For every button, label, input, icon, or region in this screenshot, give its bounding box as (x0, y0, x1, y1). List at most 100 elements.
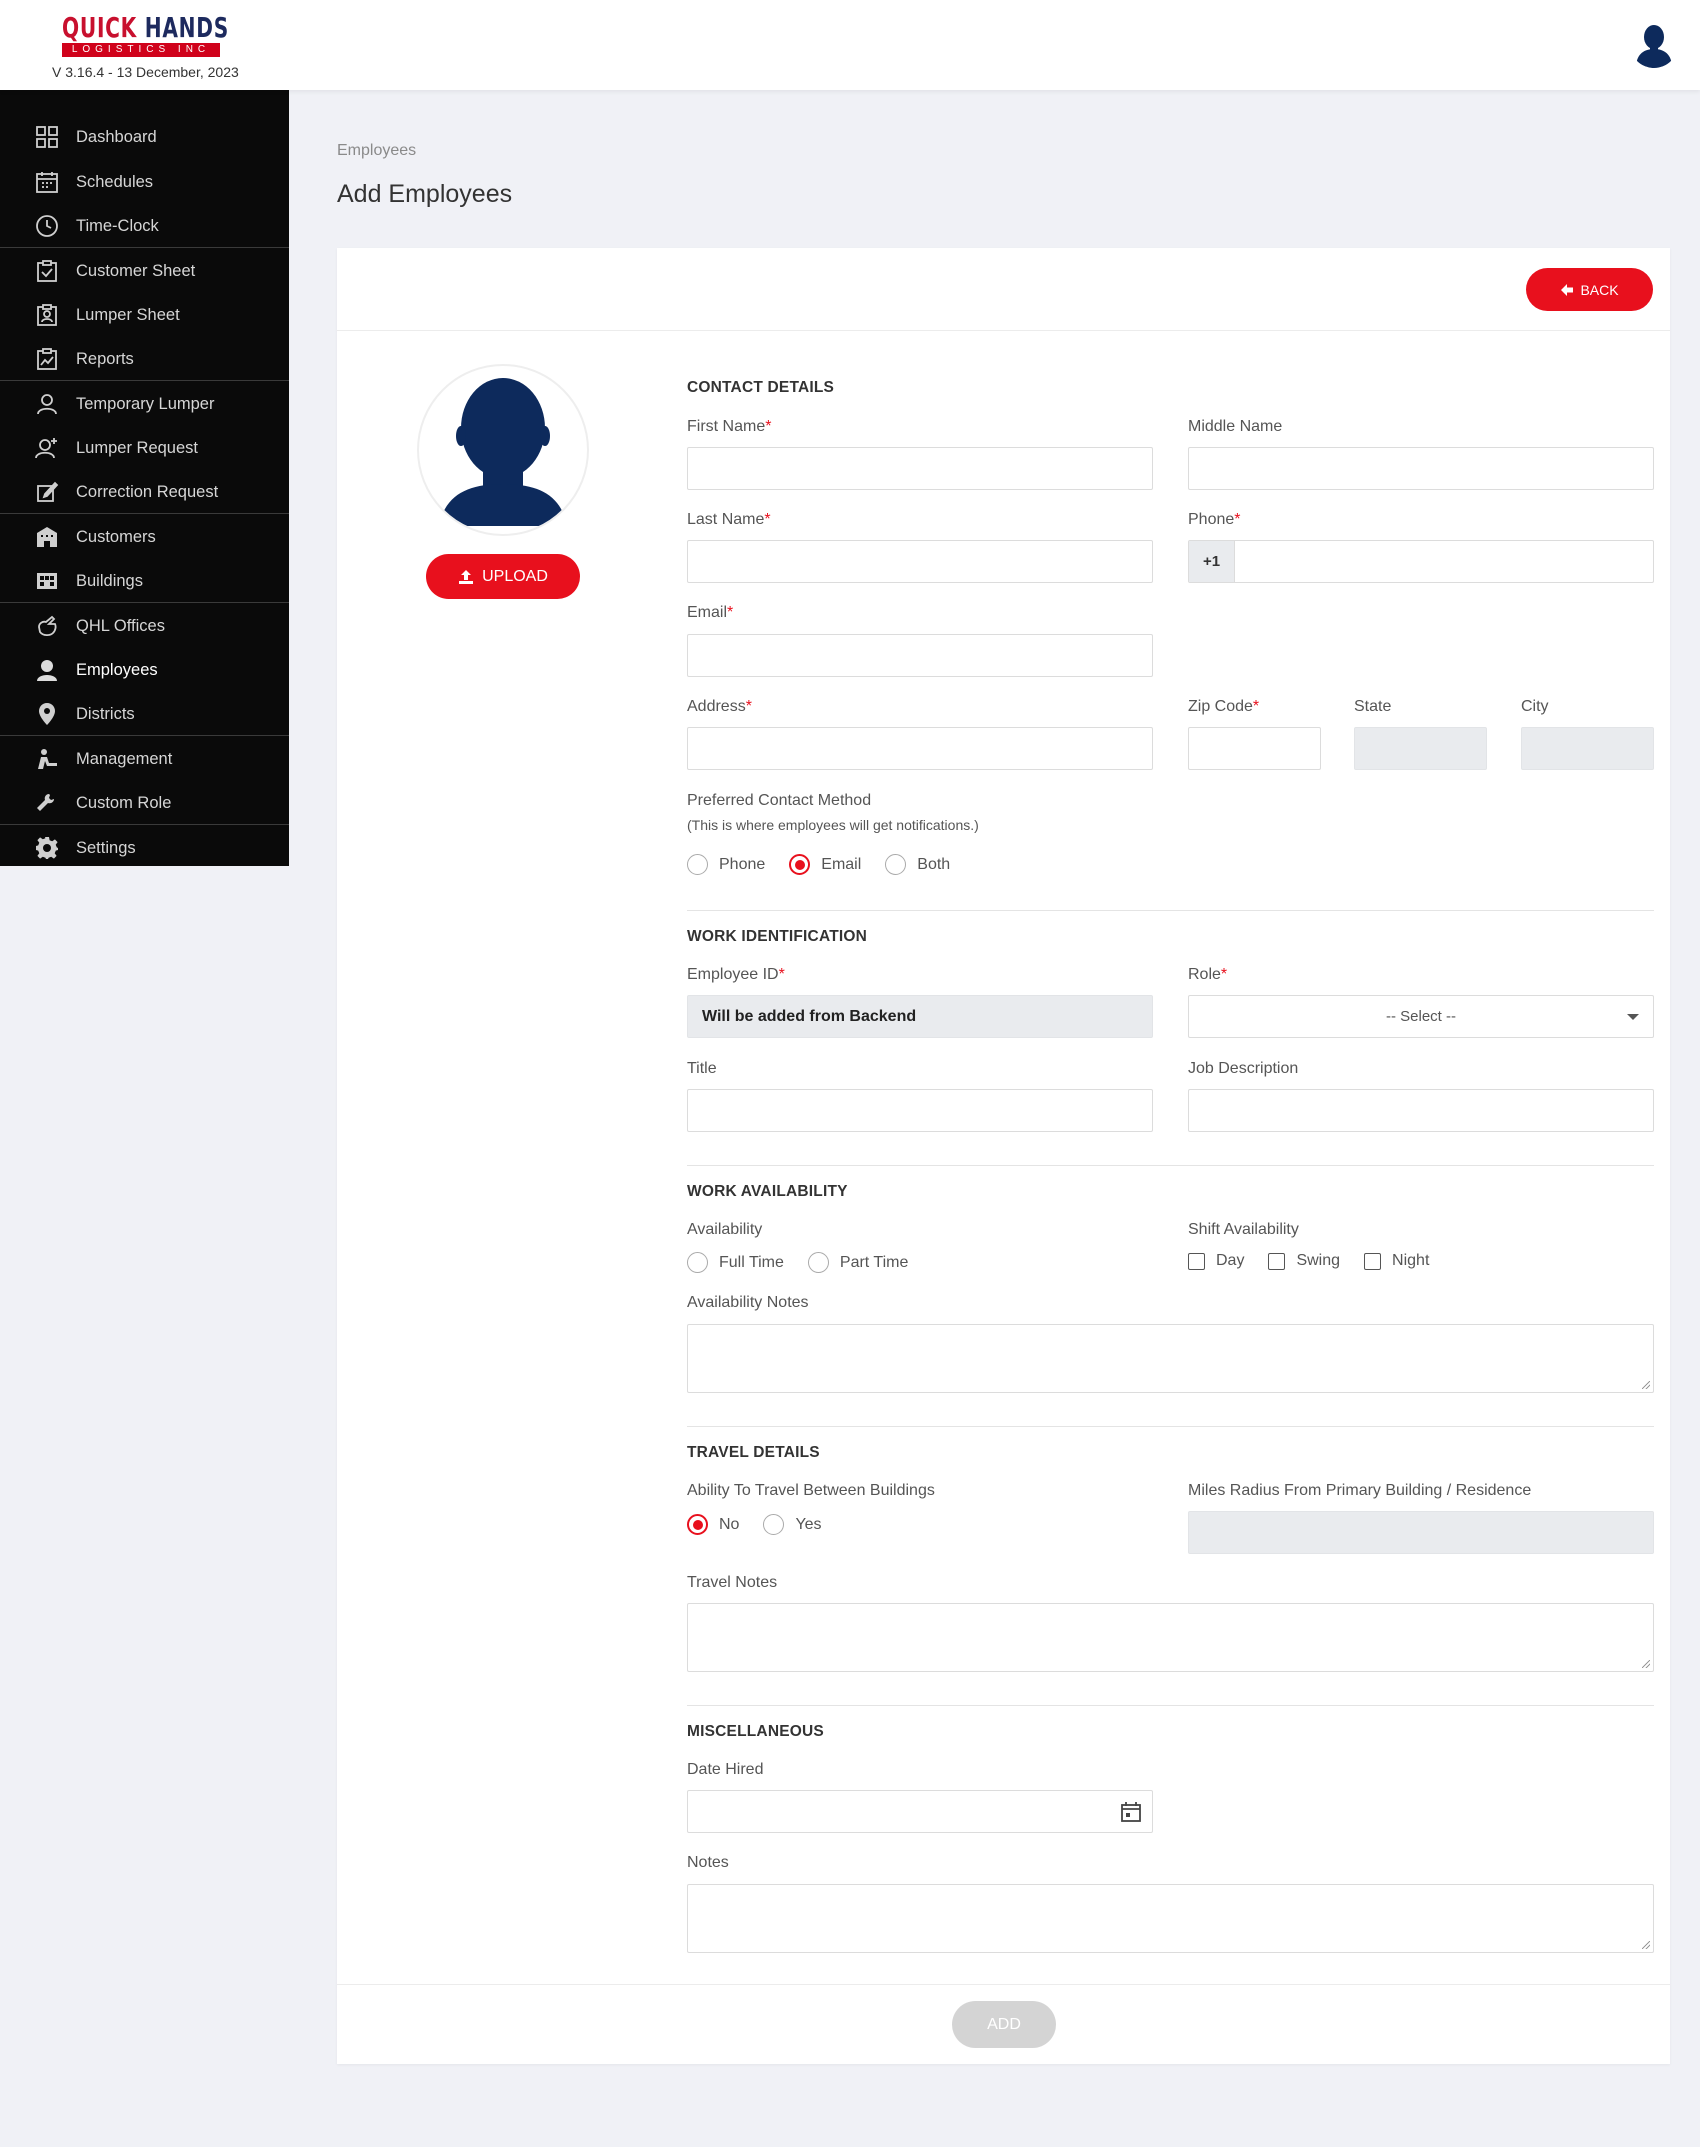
travel-notes-textarea[interactable] (687, 1603, 1654, 1672)
radio-phone[interactable] (687, 854, 708, 875)
preferred-contact-label: Preferred Contact Method (687, 792, 872, 809)
sidebar-divider (0, 380, 289, 381)
travel-ability-options: No Yes (687, 1514, 846, 1535)
logo-subtitle: LOGISTICS INC (62, 43, 220, 57)
sidebar-item-customer-sheet[interactable]: Customer Sheet (0, 249, 289, 293)
radio-both[interactable] (885, 854, 907, 875)
zip-code-input[interactable] (1188, 727, 1321, 770)
contact-method-phone[interactable]: Phone (687, 854, 765, 875)
upload-button-label: UPLOAD (482, 567, 548, 585)
role-select[interactable]: -- Select -- (1188, 995, 1654, 1038)
sidebar-item-settings[interactable]: Settings (0, 826, 289, 870)
availability-part-time[interactable]: Part Time (807, 1252, 908, 1273)
availability-notes-textarea[interactable] (687, 1324, 1654, 1393)
add-button[interactable]: ADD (952, 2001, 1056, 2048)
sidebar-item-reports[interactable]: Reports (0, 337, 289, 381)
travel-yes[interactable]: Yes (763, 1514, 822, 1535)
card-header-divider (337, 330, 1670, 331)
sidebar-item-custom-role[interactable]: Custom Role (0, 781, 289, 825)
page-title: Add Employees (337, 180, 513, 208)
contact-method-email[interactable]: Email (789, 854, 861, 875)
phone-country-code: +1 (1189, 541, 1235, 582)
middle-name-label: Middle Name (1188, 418, 1283, 435)
profile-placeholder-icon (439, 378, 567, 526)
back-button[interactable]: BACK (1526, 268, 1653, 311)
radio-full-time[interactable] (687, 1252, 708, 1273)
availability-options: Full Time Part Time (687, 1252, 932, 1273)
shift-day[interactable]: Day (1188, 1252, 1244, 1270)
sidebar-divider (0, 735, 289, 736)
shift-night[interactable]: Night (1364, 1252, 1429, 1270)
email-input[interactable] (687, 634, 1153, 677)
date-hired-label: Date Hired (687, 1761, 764, 1778)
radio-email[interactable] (789, 854, 811, 875)
middle-name-input[interactable] (1188, 447, 1654, 490)
last-name-label: Last Name* (687, 511, 771, 528)
section-divider (687, 910, 1654, 911)
gear-icon (34, 835, 60, 861)
travel-no[interactable]: No (687, 1514, 739, 1535)
chevron-down-icon (1627, 1014, 1639, 1020)
sidebar-divider (0, 513, 289, 514)
email-label: Email* (687, 604, 734, 621)
job-description-label: Job Description (1188, 1060, 1299, 1077)
sidebar-item-dashboard[interactable]: Dashboard (0, 115, 289, 159)
sidebar-item-districts[interactable]: Districts (0, 692, 289, 736)
availability-full-time[interactable]: Full Time (687, 1252, 784, 1273)
upload-photo-button[interactable]: UPLOAD (426, 554, 580, 599)
state-input (1354, 727, 1487, 770)
sidebar-item-label: Settings (76, 838, 136, 857)
sidebar-item-customers[interactable]: Customers (0, 515, 289, 559)
sidebar-item-time-clock[interactable]: Time-Clock (0, 204, 289, 248)
sidebar-item-label: QHL Offices (76, 616, 165, 635)
checkbox-day[interactable] (1188, 1252, 1205, 1270)
radio-part-time[interactable] (807, 1252, 829, 1273)
calendar-icon[interactable] (1120, 1801, 1142, 1828)
sidebar-item-temporary-lumper[interactable]: Temporary Lumper (0, 382, 289, 426)
user-avatar[interactable] (1630, 20, 1678, 68)
notes-textarea[interactable] (687, 1884, 1654, 1953)
company-logo[interactable]: QUICK HANDS LOGISTICS INC (62, 14, 228, 57)
card-footer-divider (337, 1984, 1670, 1985)
sidebar-item-label: Management (76, 749, 173, 768)
sidebar-item-lumper-sheet[interactable]: Lumper Sheet (0, 293, 289, 337)
breadcrumb[interactable]: Employees (337, 142, 416, 160)
sidebar: Dashboard Schedules Time-Clock Customer … (0, 90, 289, 866)
sidebar-item-schedules[interactable]: Schedules (0, 160, 289, 204)
sidebar-item-qhl-offices[interactable]: QHL Offices (0, 604, 289, 648)
travel-ability-label: Ability To Travel Between Buildings (687, 1482, 935, 1499)
section-title-contact: CONTACT DETAILS (687, 379, 835, 396)
city-label: City (1521, 698, 1549, 715)
contact-method-both[interactable]: Both (885, 854, 950, 875)
date-hired-input[interactable] (687, 1790, 1153, 1833)
sidebar-item-label: Employees (76, 660, 158, 679)
building-icon (34, 524, 60, 550)
chart-report-icon (34, 346, 60, 372)
notes-label: Notes (687, 1854, 729, 1871)
state-label: State (1354, 698, 1392, 715)
checkbox-night[interactable] (1364, 1252, 1382, 1270)
availability-label: Availability (687, 1221, 763, 1238)
sidebar-item-lumper-request[interactable]: Lumper Request (0, 426, 289, 470)
back-button-label: BACK (1580, 281, 1619, 298)
sidebar-item-management[interactable]: Management (0, 737, 289, 781)
sidebar-item-label: Buildings (76, 571, 143, 590)
title-input[interactable] (687, 1089, 1153, 1132)
sidebar-item-employees[interactable]: Employees (0, 648, 289, 692)
sidebar-item-label: Dashboard (76, 127, 157, 146)
radio-no[interactable] (687, 1514, 708, 1535)
phone-input[interactable]: +1 (1188, 540, 1654, 583)
travel-notes-label: Travel Notes (687, 1574, 778, 1591)
sidebar-item-correction-request[interactable]: Correction Request (0, 470, 289, 514)
first-name-input[interactable] (687, 447, 1153, 490)
job-description-input[interactable] (1188, 1089, 1654, 1132)
address-input[interactable] (687, 727, 1153, 770)
shift-swing[interactable]: Swing (1268, 1252, 1340, 1270)
zip-code-label: Zip Code* (1188, 698, 1260, 715)
checkbox-swing[interactable] (1268, 1252, 1286, 1270)
last-name-input[interactable] (687, 540, 1153, 583)
sidebar-item-buildings[interactable]: Buildings (0, 559, 289, 603)
radio-yes[interactable] (763, 1514, 785, 1535)
role-label: Role* (1188, 966, 1228, 983)
version-label: V 3.16.4 - 13 December, 2023 (52, 64, 239, 80)
